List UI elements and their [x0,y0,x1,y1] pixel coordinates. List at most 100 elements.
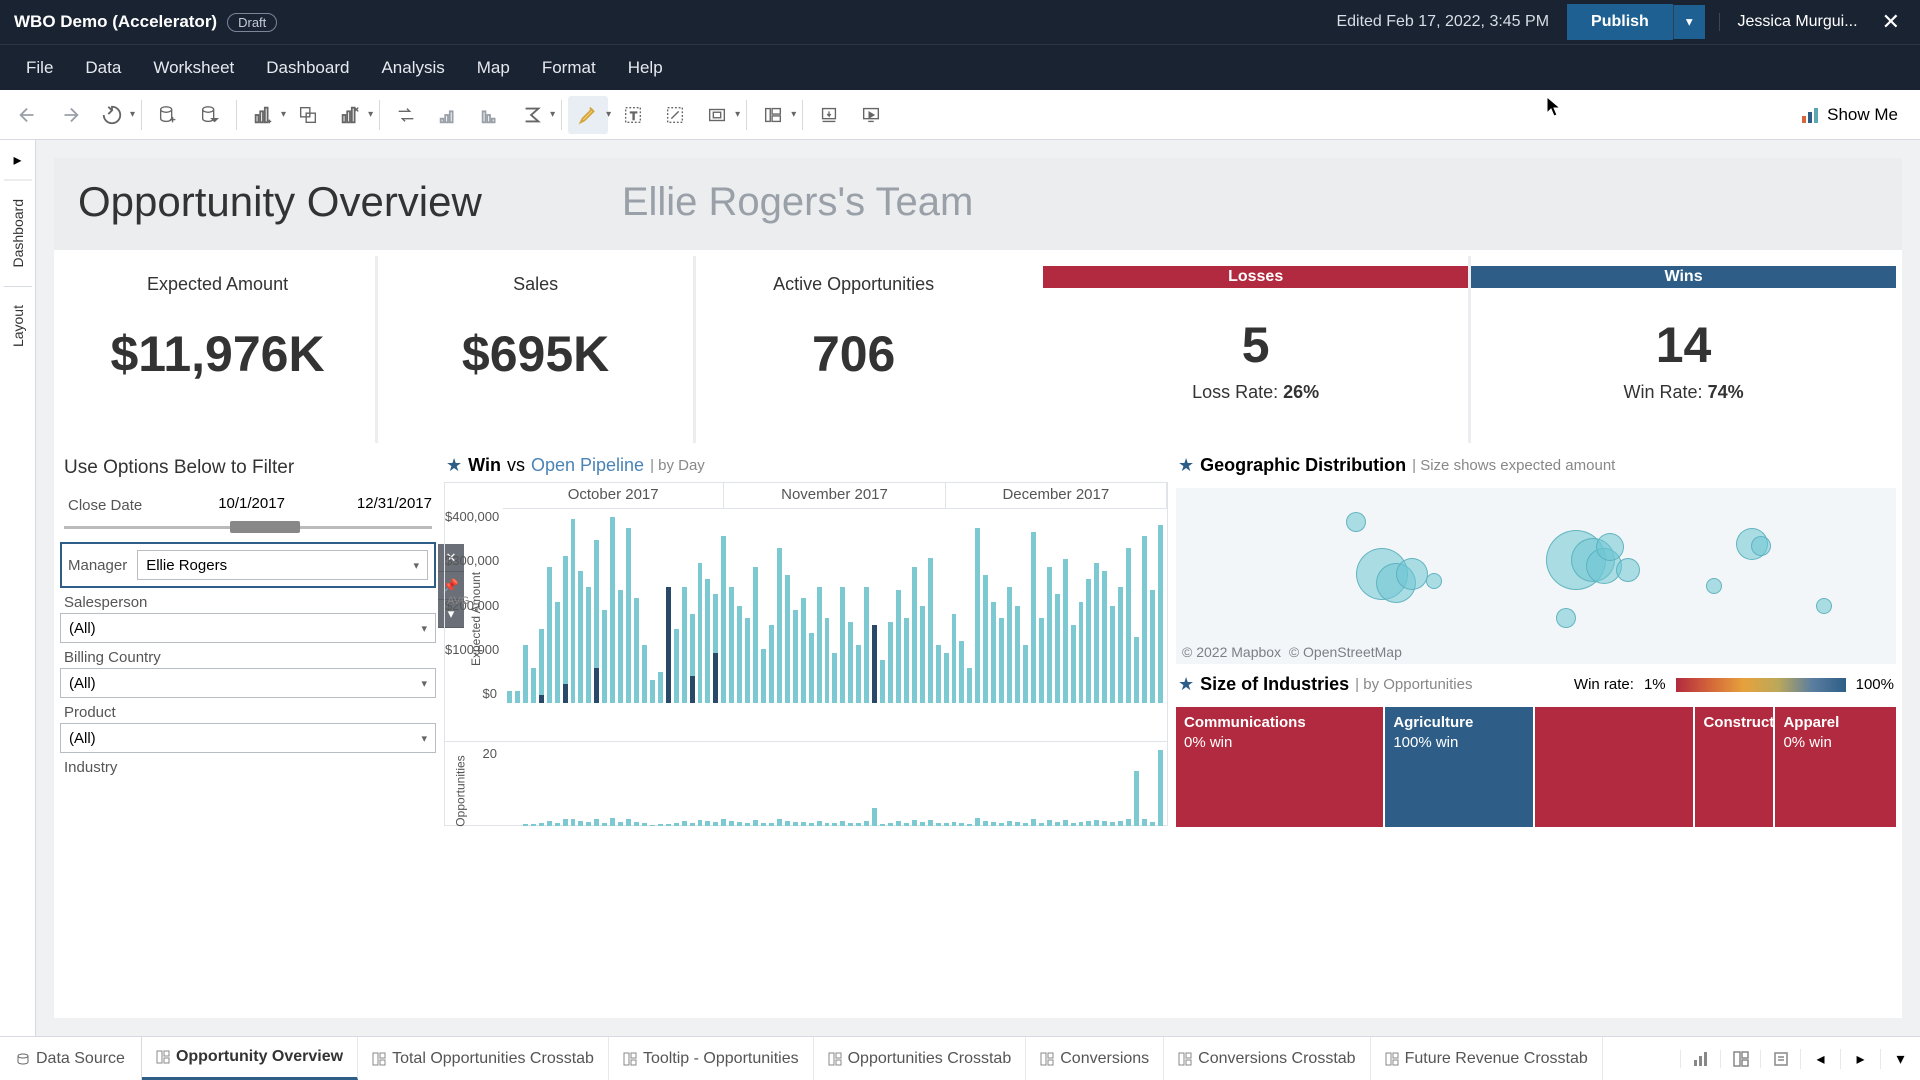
next-tab-button[interactable]: ▸ [1840,1049,1880,1069]
menu-dashboard[interactable]: Dashboard [250,48,365,88]
datasource-icon [16,1052,30,1066]
revert-dropdown-icon[interactable]: ▾ [130,109,135,120]
billing-country-select[interactable]: (All) [60,668,436,698]
salesperson-select[interactable]: (All) [60,613,436,643]
publish-dropdown[interactable]: ▾ [1673,5,1705,39]
date-to: 12/31/2017 [357,495,432,512]
sheet-tab[interactable]: Future Revenue Crosstab [1371,1037,1603,1080]
clear-dropdown-icon[interactable]: ▾ [368,109,373,120]
industries-treemap[interactable]: Communications0% winAgriculture100% win C… [1176,707,1896,827]
chart-bars [503,509,1167,703]
download-button[interactable] [809,96,849,134]
text-button[interactable]: T [613,96,653,134]
totals-button[interactable] [512,96,552,134]
sheet-tab[interactable]: Opportunities Crosstab [814,1037,1027,1080]
filter-header: Use Options Below to Filter [60,451,436,489]
dashboard-canvas[interactable]: Opportunity Overview Ellie Rogers's Team… [54,158,1902,1018]
sheet-tab[interactable]: Conversions [1026,1037,1164,1080]
expand-sidepanel-button[interactable]: ▸ [13,140,21,180]
kpi-active[interactable]: Active Opportunities 706 [696,256,1011,443]
siderail-dashboard-tab[interactable]: Dashboard [4,180,32,286]
menu-data[interactable]: Data [69,48,137,88]
undo-button[interactable] [8,96,48,134]
new-worksheet-button[interactable] [243,96,283,134]
sort-desc-button[interactable] [470,96,510,134]
show-me-button[interactable]: Show Me [1801,105,1912,125]
sheet-tab[interactable]: Conversions Crosstab [1164,1037,1370,1080]
clear-button[interactable] [330,96,370,134]
new-story-button[interactable] [1760,1050,1800,1068]
totals-dropdown-icon[interactable]: ▾ [550,109,555,120]
draft-badge: Draft [227,13,277,32]
menu-worksheet[interactable]: Worksheet [137,48,250,88]
date-slider[interactable] [64,522,432,532]
filter-panel: Use Options Below to Filter Close Date 1… [60,451,436,853]
menu-format[interactable]: Format [526,48,612,88]
winrate-legend [1676,678,1846,692]
kpi-sales[interactable]: Sales $695K [378,256,696,443]
treemap-cell[interactable]: Agriculture100% win [1385,707,1533,827]
sheet-tab[interactable]: Total Opportunities Crosstab [358,1037,609,1080]
menu-file[interactable]: File [10,48,69,88]
treemap-cell[interactable] [1535,707,1693,827]
sheet-tab[interactable]: Opportunity Overview [142,1037,358,1080]
geo-map[interactable]: © 2022 Mapbox © OpenStreetMap [1176,488,1896,664]
menu-analysis[interactable]: Analysis [365,48,460,88]
close-icon[interactable]: ✕ [1876,9,1906,35]
new-datasource-button[interactable] [148,96,188,134]
save-button[interactable] [190,96,230,134]
manager-select[interactable]: Ellie Rogers [137,550,428,580]
data-source-tab[interactable]: Data Source [0,1037,142,1080]
annotate-button[interactable] [655,96,695,134]
siderail-layout-tab[interactable]: Layout [4,286,32,365]
menu-help[interactable]: Help [612,48,679,88]
date-from: 10/1/2017 [218,495,285,512]
highlight-button[interactable] [568,96,608,134]
tab-menu-button[interactable]: ▾ [1880,1049,1920,1069]
show-me-icon [1801,106,1819,124]
win-pipeline-chart[interactable]: ★ Win vs Open Pipeline | by Day Expected… [444,451,1168,853]
titlebar: WBO Demo (Accelerator) Draft Edited Feb … [0,0,1920,44]
new-dashboard-button[interactable] [1720,1050,1760,1068]
revert-button[interactable] [92,96,132,134]
slider-thumb[interactable] [230,521,300,533]
edited-timestamp: Edited Feb 17, 2022, 3:45 PM [1336,13,1549,31]
treemap-cell[interactable]: Construction [1695,707,1773,827]
star-icon: ★ [1178,455,1194,476]
menu-map[interactable]: Map [461,48,526,88]
kpi-losses[interactable]: Losses 5 Loss Rate: 26% [1043,256,1471,443]
kpi-expected[interactable]: Expected Amount $11,976K [60,256,378,443]
treemap-cell[interactable]: Apparel0% win [1775,707,1896,827]
new-ws-dropdown-icon[interactable]: ▾ [281,109,286,120]
workbook-title: WBO Demo (Accelerator) [14,12,217,32]
manager-filter-selected[interactable]: Manager Ellie Rogers ✕ 📌 ▾ [60,542,436,588]
fit-dropdown-icon[interactable]: ▾ [735,109,740,120]
left-rail: ▸ Dashboard Layout [0,140,36,1036]
duplicate-button[interactable] [288,96,328,134]
user-name[interactable]: Jessica Murgui... [1719,13,1876,31]
svg-text:T: T [630,110,637,122]
prev-tab-button[interactable]: ◂ [1800,1049,1840,1069]
canvas-wrap: Opportunity Overview Ellie Rogers's Team… [36,140,1920,1036]
kpi-wins[interactable]: Wins 14 Win Rate: 74% [1471,256,1896,443]
dashboard-subtitle: Ellie Rogers's Team [622,180,973,225]
sort-asc-button[interactable] [428,96,468,134]
dashboard-header: Opportunity Overview Ellie Rogers's Team [54,158,1902,250]
kpi-row: Expected Amount $11,976K Sales $695K Act… [54,256,1902,443]
show-cards-dropdown-icon[interactable]: ▾ [791,109,796,120]
dashboard-title: Opportunity Overview [78,178,482,226]
opps-bars [503,742,1167,826]
sheet-tab[interactable]: Tooltip - Opportunities [609,1037,814,1080]
star-icon: ★ [1178,674,1194,695]
swap-button[interactable] [386,96,426,134]
star-icon: ★ [446,455,462,476]
show-cards-button[interactable] [753,96,793,134]
highlight-dropdown-icon[interactable]: ▾ [606,109,611,120]
present-button[interactable] [851,96,891,134]
product-select[interactable]: (All) [60,723,436,753]
treemap-cell[interactable]: Communications0% win [1176,707,1383,827]
new-sheet-button[interactable] [1680,1050,1720,1068]
publish-button[interactable]: Publish [1567,4,1673,40]
fit-button[interactable] [697,96,737,134]
redo-button[interactable] [50,96,90,134]
